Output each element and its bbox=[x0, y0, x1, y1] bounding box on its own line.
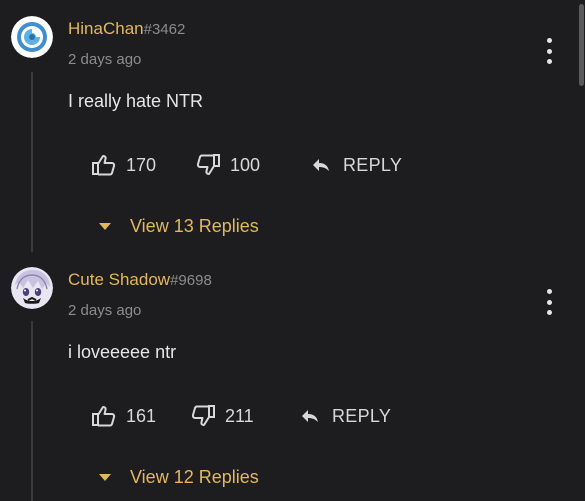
reply-arrow-icon bbox=[313, 159, 329, 171]
caret-down-icon bbox=[99, 473, 111, 481]
view-replies-button[interactable]: View 12 Replies bbox=[96, 465, 259, 489]
author-line: Cute Shadow#9698 bbox=[68, 270, 212, 290]
comment: Cute Shadow#9698 2 days ago i loveeeee n… bbox=[0, 251, 585, 501]
reply-label: REPLY bbox=[343, 154, 403, 175]
thumbs-down-icon bbox=[191, 405, 215, 426]
view-replies-label: View 13 Replies bbox=[130, 215, 259, 236]
user-discriminator: #3462 bbox=[143, 21, 186, 38]
caret-down-icon bbox=[99, 222, 111, 230]
user-discriminator: #9698 bbox=[170, 272, 212, 289]
username[interactable]: Cute Shadow bbox=[68, 270, 170, 289]
view-replies-button[interactable]: View 13 Replies bbox=[96, 214, 259, 238]
avatar[interactable] bbox=[11, 16, 53, 58]
kebab-dot bbox=[546, 59, 552, 64]
dislike-count: 211 bbox=[225, 405, 254, 426]
kebab-dot bbox=[546, 48, 552, 54]
like-button[interactable]: 170 bbox=[92, 152, 156, 178]
dislike-button[interactable]: 100 bbox=[196, 152, 260, 178]
more-vertical-icon bbox=[546, 289, 552, 294]
like-count: 161 bbox=[126, 405, 157, 426]
reply-arrow-icon bbox=[302, 410, 318, 422]
timestamp: 2 days ago bbox=[68, 51, 142, 68]
comment-text: I really hate NTR bbox=[68, 91, 204, 111]
comment-text: i loveeeee ntr bbox=[68, 342, 177, 362]
comment-actions: 161 211 REPLY bbox=[0, 403, 585, 429]
author-line: HinaChan#3462 bbox=[68, 19, 185, 39]
comment: HinaChan#3462 2 days ago I really hate N… bbox=[0, 0, 585, 252]
reply-button[interactable]: REPLY bbox=[300, 403, 391, 429]
more-options-button[interactable] bbox=[544, 38, 554, 64]
dislike-count: 100 bbox=[230, 154, 261, 175]
thumbs-up-icon bbox=[92, 406, 116, 427]
thumbs-up-icon bbox=[92, 155, 116, 176]
kebab-dot bbox=[546, 310, 552, 315]
more-options-button[interactable] bbox=[544, 289, 554, 315]
more-vertical-icon bbox=[546, 38, 552, 43]
dislike-button[interactable]: 211 bbox=[191, 403, 254, 429]
thumbs-down-icon bbox=[196, 154, 220, 175]
reply-button[interactable]: REPLY bbox=[311, 152, 402, 178]
kebab-dot bbox=[546, 299, 552, 305]
timestamp: 2 days ago bbox=[68, 302, 142, 319]
comment-actions: 170 100 REPLY bbox=[0, 152, 585, 178]
reply-label: REPLY bbox=[332, 405, 392, 426]
like-count: 170 bbox=[126, 154, 157, 175]
avatar[interactable] bbox=[11, 267, 53, 309]
like-button[interactable]: 161 bbox=[92, 403, 156, 429]
view-replies-label: View 12 Replies bbox=[130, 466, 259, 487]
username[interactable]: HinaChan bbox=[68, 19, 144, 38]
